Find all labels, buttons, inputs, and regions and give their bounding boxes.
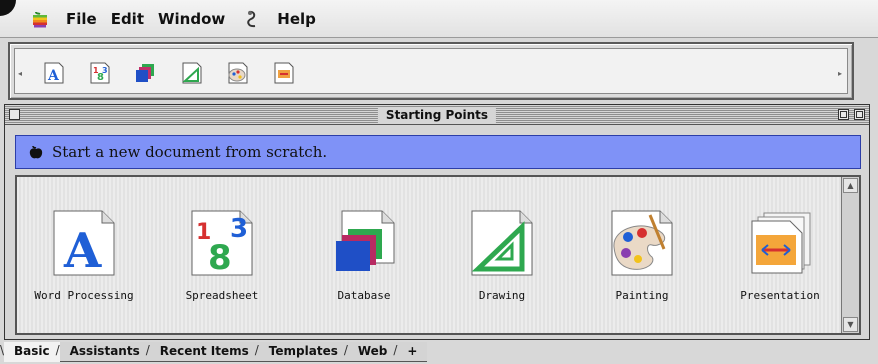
spreadsheet-icon: 1 8 3 [186, 207, 258, 279]
tab-basic[interactable]: Basic [0, 342, 60, 362]
menu-edit[interactable]: Edit [111, 10, 144, 28]
item-label: Drawing [478, 289, 526, 302]
items-pane: A Word Processing 1 8 3 Spreadsheet Data… [15, 175, 861, 335]
tab-assistants[interactable]: Assistants [56, 342, 150, 362]
screen-corner [0, 0, 16, 16]
svg-text:A: A [47, 68, 60, 84]
button-drawing[interactable] [179, 60, 205, 86]
button-bar: ◂ ▸ A 1 8 3 [8, 42, 854, 100]
word-processing-icon: A [48, 207, 120, 279]
button-database[interactable] [133, 60, 159, 86]
database-icon [328, 207, 400, 279]
item-presentation[interactable]: Presentation [715, 207, 845, 317]
item-word-processing[interactable]: A Word Processing [19, 207, 149, 317]
banner-text: Start a new document from scratch. [52, 143, 328, 161]
presentation-small-icon [274, 62, 294, 84]
menu-window[interactable]: Window [158, 10, 225, 28]
window-title: Starting Points [377, 107, 497, 123]
script-menu-icon[interactable] [243, 9, 263, 29]
apple-icon [29, 145, 43, 159]
item-label: Painting [615, 289, 669, 302]
item-spreadsheet[interactable]: 1 8 3 Spreadsheet [157, 207, 287, 317]
button-presentation[interactable] [271, 60, 297, 86]
item-database[interactable]: Database [299, 207, 429, 317]
menu-help[interactable]: Help [277, 10, 316, 28]
svg-text:A: A [63, 223, 102, 279]
menu-bar: File Edit Window Help [0, 0, 878, 38]
item-label: Word Processing [34, 289, 134, 302]
tab-recent-items[interactable]: Recent Items [146, 342, 259, 362]
button-spreadsheet[interactable]: 1 8 3 [87, 60, 113, 86]
scroll-up-icon[interactable]: ▲ [843, 178, 858, 193]
starting-points-tabs: Basic Assistants Recent Items Templates … [0, 342, 428, 362]
button-bar-right-arrow-icon[interactable]: ▸ [838, 69, 844, 81]
spreadsheet-small-icon: 1 8 3 [90, 62, 110, 84]
drawing-small-icon [182, 62, 202, 84]
button-bar-well: ◂ ▸ A 1 8 3 [14, 48, 848, 94]
svg-text:3: 3 [102, 66, 108, 75]
info-banner: Start a new document from scratch. [15, 135, 861, 169]
svg-text:8: 8 [208, 238, 232, 278]
drawing-icon [466, 207, 538, 279]
vertical-scrollbar[interactable]: ▲ ▼ [841, 177, 859, 333]
scroll-down-icon[interactable]: ▼ [843, 317, 858, 332]
window-title-bar[interactable]: Starting Points [5, 105, 869, 125]
menu-file[interactable]: File [66, 10, 97, 28]
close-box-icon[interactable] [9, 109, 20, 120]
tab-add[interactable]: + [393, 342, 428, 362]
item-drawing[interactable]: Drawing [437, 207, 567, 317]
starting-points-window: Starting Points Start a new document fro… [4, 104, 870, 340]
painting-icon [606, 207, 678, 279]
item-painting[interactable]: Painting [577, 207, 707, 317]
button-bar-left-arrow-icon[interactable]: ◂ [18, 69, 24, 81]
database-small-icon [136, 64, 154, 82]
presentation-icon [744, 207, 816, 279]
tab-templates[interactable]: Templates [255, 342, 348, 362]
item-label: Database [337, 289, 391, 302]
item-label: Presentation [740, 289, 820, 302]
button-painting[interactable] [225, 60, 251, 86]
button-word-processing[interactable]: A [41, 60, 67, 86]
tab-web[interactable]: Web [344, 342, 398, 362]
painting-small-icon [228, 62, 248, 84]
item-label: Spreadsheet [185, 289, 259, 302]
apple-menu-icon[interactable] [30, 9, 50, 29]
word-processing-small-icon: A [44, 62, 64, 84]
zoom-box-icon[interactable] [838, 109, 849, 120]
collapse-box-icon[interactable] [854, 109, 865, 120]
svg-text:3: 3 [230, 214, 248, 244]
